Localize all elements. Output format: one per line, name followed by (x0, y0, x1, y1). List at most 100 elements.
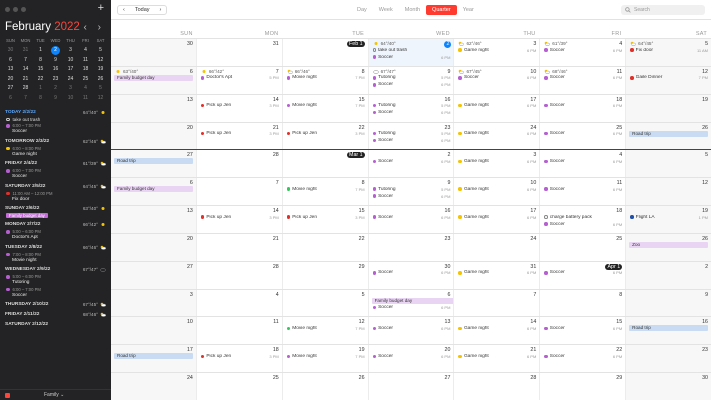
mini-day[interactable]: 30 (3, 47, 18, 53)
mini-day[interactable]: 16 (48, 66, 63, 72)
calendar-event[interactable]: Soccer 6 PM (544, 353, 622, 359)
day-cell[interactable]: 24 (111, 373, 196, 400)
day-cell[interactable]: 21 Pick up Jen 3 PM (195, 122, 282, 150)
day-cell[interactable]: 8 (539, 289, 625, 317)
mini-day[interactable]: 7 (18, 57, 33, 63)
calendar-event[interactable]: Tutoring 5 PM (372, 186, 450, 192)
day-cell[interactable]: 8 Movie night 7 PM (281, 178, 368, 206)
day-cell[interactable]: 16 Soccer 6 PM (367, 206, 454, 233)
day-cell[interactable]: 17 Game night 6 PM (453, 206, 539, 233)
mini-day[interactable]: 12 (93, 57, 108, 63)
mini-day[interactable]: 24 (63, 76, 78, 82)
mini-day[interactable]: 10 (63, 95, 78, 101)
calendar-event[interactable]: Game night 6 PM (458, 47, 536, 53)
calendar-event[interactable]: Soccer 6 PM (372, 214, 450, 220)
mini-day[interactable]: 9 (48, 95, 63, 101)
mini-day[interactable]: 8 (33, 95, 48, 101)
day-cell[interactable]: 19 (625, 94, 711, 122)
mini-day[interactable]: 2 (51, 45, 60, 55)
calendar-event[interactable]: Movie night 7 PM (286, 325, 365, 331)
calendar-event[interactable]: Tutoring 5 PM (372, 103, 450, 109)
mini-day[interactable]: 10 (63, 57, 78, 63)
calendar-event[interactable]: Soccer 6 PM (544, 325, 622, 331)
day-cell[interactable]: 3 62°/46° Game night 6 PM (453, 39, 539, 66)
mini-day[interactable]: 4 (78, 47, 93, 53)
calendar-event[interactable]: Soccer 6 PM (544, 186, 622, 192)
search-field[interactable]: Search (621, 5, 705, 15)
calendar-event[interactable]: Soccer 6 PM (372, 110, 450, 116)
allday-event-bar[interactable]: Road trip (114, 353, 193, 360)
day-cell[interactable]: 24 Game night 6 PM (453, 122, 539, 150)
day-cell[interactable]: 29 (281, 261, 368, 289)
reminder-checkbox[interactable] (6, 117, 10, 121)
agenda-event-title[interactable]: Soccer (0, 129, 111, 135)
tab-day[interactable]: Day (351, 5, 373, 15)
calendar-checkbox[interactable] (5, 393, 10, 398)
day-cell[interactable]: 15 Pick up Jen 3 PM (281, 206, 368, 233)
calendar-event[interactable]: Soccer 6 PM (544, 75, 622, 81)
day-cell[interactable]: 19 Flight LA 1 PM (625, 206, 711, 233)
mini-day[interactable]: 17 (63, 66, 78, 72)
mini-day[interactable]: 5 (93, 47, 108, 53)
calendar-event[interactable]: Flight LA 1 PM (630, 214, 708, 220)
day-cell[interactable]: 6 Family budget day (111, 178, 196, 206)
day-cell[interactable]: 15 Soccer 6 PM (539, 317, 625, 345)
allday-event-bar[interactable]: Zoo (629, 241, 709, 248)
day-cell[interactable]: Feb 1 (281, 39, 368, 66)
mini-day[interactable]: 15 (33, 66, 48, 72)
mini-day[interactable]: 28 (18, 85, 33, 91)
day-cell[interactable]: 27 Road trip (111, 150, 196, 178)
day-cell[interactable]: 6 Soccer 6 PM Family budget day (367, 289, 454, 317)
day-cell[interactable]: 4 Soccer 6 PM (539, 150, 625, 178)
calendar-event[interactable]: Movie night 7 PM (286, 103, 365, 109)
calendar-event[interactable]: Movie night 7 PM (286, 186, 365, 192)
day-cell[interactable]: 27 (367, 373, 454, 400)
agenda-event-title[interactable]: Movie night (0, 258, 111, 264)
close-window-button[interactable] (5, 7, 10, 12)
mini-day[interactable]: 11 (78, 57, 93, 63)
mini-day[interactable]: 1 (33, 47, 48, 53)
calendar-event[interactable]: Pick up Jen 3 PM (200, 131, 279, 137)
day-cell[interactable]: 24 (453, 233, 539, 261)
day-cell[interactable]: 5 (281, 289, 368, 317)
day-cell[interactable]: 22 Soccer 6 PM (539, 345, 625, 373)
minimize-window-button[interactable] (13, 7, 18, 12)
day-cell[interactable]: 4 61°/39° Soccer 6 PM (539, 39, 625, 66)
day-cell[interactable]: 21 Game night 6 PM (453, 345, 539, 373)
mini-day[interactable]: 7 (18, 95, 33, 101)
day-cell[interactable]: 10 Game night 6 PM (453, 178, 539, 206)
agenda-event-title[interactable]: Game night (0, 152, 111, 158)
calendar-event[interactable]: Soccer 6 PM (458, 75, 536, 81)
mini-day[interactable]: 8 (33, 57, 48, 63)
calendar-event[interactable]: Soccer 6 PM (544, 131, 622, 137)
mini-day[interactable]: 9 (48, 57, 63, 63)
add-event-button[interactable]: + (98, 3, 104, 14)
day-cell[interactable]: 3 (111, 289, 196, 317)
calendar-event[interactable]: Soccer 6 PM (372, 353, 450, 359)
day-cell[interactable]: 7 (453, 289, 539, 317)
calendar-event[interactable]: Pick up Jen 3 PM (286, 131, 365, 137)
day-cell[interactable]: 17 Game night 6 PM (453, 94, 539, 122)
tab-week[interactable]: Week (373, 5, 399, 15)
calendar-filter-dropdown[interactable]: Family ⌄ (44, 392, 64, 398)
day-cell[interactable]: 28 (453, 373, 539, 400)
calendar-event[interactable]: Soccer 6 PM (372, 54, 450, 60)
day-cell[interactable]: 27 (111, 261, 196, 289)
day-cell[interactable]: 25 (195, 373, 282, 400)
mini-calendar-nav[interactable]: ‹ › (84, 22, 105, 33)
mini-day[interactable]: 5 (93, 85, 108, 91)
calendar-event[interactable]: Soccer 6 PM (372, 138, 450, 144)
mini-day[interactable]: 21 (18, 76, 33, 82)
day-cell[interactable]: 25 (539, 233, 625, 261)
day-cell[interactable]: 23 (367, 233, 454, 261)
calendar-event[interactable]: Movie night 7 PM (286, 75, 365, 81)
day-cell[interactable]: 18 Soccer 6 PM (539, 94, 625, 122)
mini-day[interactable]: 18 (78, 66, 93, 72)
mini-day[interactable]: 3 (63, 47, 78, 53)
mini-day[interactable]: 6 (3, 95, 18, 101)
day-cell[interactable]: 31 (195, 39, 282, 66)
mini-day[interactable]: 20 (3, 76, 18, 82)
calendar-event[interactable]: Game night 6 PM (458, 353, 536, 359)
day-cell[interactable]: 26 Road trip (625, 122, 711, 150)
calendar-event[interactable]: Game night 6 PM (458, 186, 536, 192)
